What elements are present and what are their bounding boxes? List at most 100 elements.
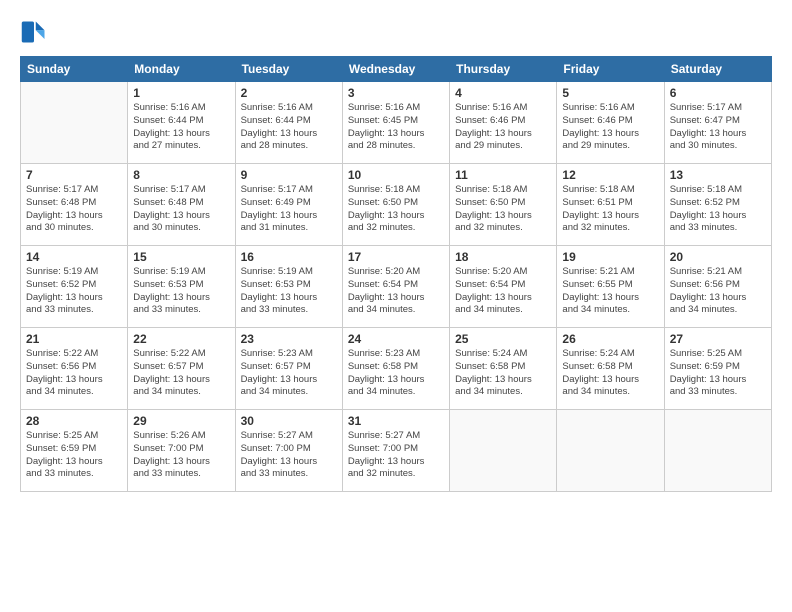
- calendar-cell: 2 Sunrise: 5:16 AMSunset: 6:44 PMDaylight…: [235, 82, 342, 164]
- day-number: 20: [670, 250, 766, 264]
- header: [20, 18, 772, 46]
- day-number: 3: [348, 86, 444, 100]
- calendar-cell: 9 Sunrise: 5:17 AMSunset: 6:49 PMDaylight…: [235, 164, 342, 246]
- calendar-cell: 20 Sunrise: 5:21 AMSunset: 6:56 PMDayligh…: [664, 246, 771, 328]
- day-number: 18: [455, 250, 551, 264]
- calendar-cell: 10 Sunrise: 5:18 AMSunset: 6:50 PMDayligh…: [342, 164, 449, 246]
- day-number: 21: [26, 332, 122, 346]
- calendar-cell: 25 Sunrise: 5:24 AMSunset: 6:58 PMDayligh…: [450, 328, 557, 410]
- calendar-cell: [557, 410, 664, 492]
- week-row-5: 28 Sunrise: 5:25 AMSunset: 6:59 PMDayligh…: [21, 410, 772, 492]
- calendar-cell: 31Sunrise: 5:27 AMSunset: 7:00 PMDayligh…: [342, 410, 449, 492]
- calendar-cell: 24 Sunrise: 5:23 AMSunset: 6:58 PMDayligh…: [342, 328, 449, 410]
- col-header-sunday: Sunday: [21, 57, 128, 82]
- day-info: Sunrise: 5:17 AMSunset: 6:48 PMDaylight:…: [133, 184, 229, 235]
- calendar-cell: [450, 410, 557, 492]
- day-info: Sunrise: 5:18 AMSunset: 6:52 PMDaylight:…: [670, 184, 766, 235]
- day-info: Sunrise: 5:17 AMSunset: 6:48 PMDaylight:…: [26, 184, 122, 235]
- day-info: Sunrise: 5:19 AMSunset: 6:52 PMDaylight:…: [26, 266, 122, 317]
- day-info: Sunrise: 5:16 AMSunset: 6:44 PMDaylight:…: [241, 102, 337, 153]
- calendar-cell: 28 Sunrise: 5:25 AMSunset: 6:59 PMDayligh…: [21, 410, 128, 492]
- day-info: Sunrise: 5:16 AMSunset: 6:46 PMDaylight:…: [562, 102, 658, 153]
- calendar-cell: 4 Sunrise: 5:16 AMSunset: 6:46 PMDaylight…: [450, 82, 557, 164]
- day-info: Sunrise: 5:16 AMSunset: 6:45 PMDaylight:…: [348, 102, 444, 153]
- day-info: Sunrise: 5:22 AMSunset: 6:57 PMDaylight:…: [133, 348, 229, 399]
- day-info: Sunrise: 5:19 AMSunset: 6:53 PMDaylight:…: [241, 266, 337, 317]
- day-number: 4: [455, 86, 551, 100]
- day-info: Sunrise: 5:17 AMSunset: 6:47 PMDaylight:…: [670, 102, 766, 153]
- calendar-cell: 1 Sunrise: 5:16 AMSunset: 6:44 PMDaylight…: [128, 82, 235, 164]
- day-info: Sunrise: 5:18 AMSunset: 6:51 PMDaylight:…: [562, 184, 658, 235]
- day-number: 6: [670, 86, 766, 100]
- calendar-cell: 14Sunrise: 5:19 AMSunset: 6:52 PMDayligh…: [21, 246, 128, 328]
- calendar-cell: 15 Sunrise: 5:19 AMSunset: 6:53 PMDayligh…: [128, 246, 235, 328]
- day-number: 12: [562, 168, 658, 182]
- week-row-4: 21 Sunrise: 5:22 AMSunset: 6:56 PMDayligh…: [21, 328, 772, 410]
- day-number: 26: [562, 332, 658, 346]
- day-number: 29: [133, 414, 229, 428]
- calendar-cell: 11 Sunrise: 5:18 AMSunset: 6:50 PMDayligh…: [450, 164, 557, 246]
- day-number: 28: [26, 414, 122, 428]
- day-info: Sunrise: 5:23 AMSunset: 6:57 PMDaylight:…: [241, 348, 337, 399]
- day-number: 30: [241, 414, 337, 428]
- day-info: Sunrise: 5:22 AMSunset: 6:56 PMDaylight:…: [26, 348, 122, 399]
- day-number: 13: [670, 168, 766, 182]
- calendar-cell: 30 Sunrise: 5:27 AMSunset: 7:00 PMDayligh…: [235, 410, 342, 492]
- calendar-table: SundayMondayTuesdayWednesdayThursdayFrid…: [20, 56, 772, 492]
- col-header-monday: Monday: [128, 57, 235, 82]
- day-info: Sunrise: 5:20 AMSunset: 6:54 PMDaylight:…: [455, 266, 551, 317]
- calendar-cell: 19Sunrise: 5:21 AMSunset: 6:55 PMDayligh…: [557, 246, 664, 328]
- week-row-2: 7 Sunrise: 5:17 AMSunset: 6:48 PMDaylight…: [21, 164, 772, 246]
- logo-icon: [20, 18, 48, 46]
- calendar-cell: 12 Sunrise: 5:18 AMSunset: 6:51 PMDayligh…: [557, 164, 664, 246]
- day-info: Sunrise: 5:16 AMSunset: 6:44 PMDaylight:…: [133, 102, 229, 153]
- calendar-header-row: SundayMondayTuesdayWednesdayThursdayFrid…: [21, 57, 772, 82]
- week-row-3: 14Sunrise: 5:19 AMSunset: 6:52 PMDayligh…: [21, 246, 772, 328]
- week-row-1: 1 Sunrise: 5:16 AMSunset: 6:44 PMDaylight…: [21, 82, 772, 164]
- day-number: 5: [562, 86, 658, 100]
- day-number: 1: [133, 86, 229, 100]
- day-number: 11: [455, 168, 551, 182]
- col-header-thursday: Thursday: [450, 57, 557, 82]
- day-number: 10: [348, 168, 444, 182]
- day-number: 16: [241, 250, 337, 264]
- calendar-cell: 26Sunrise: 5:24 AMSunset: 6:58 PMDayligh…: [557, 328, 664, 410]
- day-info: Sunrise: 5:26 AMSunset: 7:00 PMDaylight:…: [133, 430, 229, 481]
- calendar-cell: 21 Sunrise: 5:22 AMSunset: 6:56 PMDayligh…: [21, 328, 128, 410]
- day-number: 7: [26, 168, 122, 182]
- day-number: 9: [241, 168, 337, 182]
- day-info: Sunrise: 5:19 AMSunset: 6:53 PMDaylight:…: [133, 266, 229, 317]
- day-number: 2: [241, 86, 337, 100]
- day-info: Sunrise: 5:25 AMSunset: 6:59 PMDaylight:…: [26, 430, 122, 481]
- day-info: Sunrise: 5:21 AMSunset: 6:56 PMDaylight:…: [670, 266, 766, 317]
- page: SundayMondayTuesdayWednesdayThursdayFrid…: [0, 0, 792, 612]
- day-number: 17: [348, 250, 444, 264]
- calendar-cell: 29 Sunrise: 5:26 AMSunset: 7:00 PMDayligh…: [128, 410, 235, 492]
- day-info: Sunrise: 5:17 AMSunset: 6:49 PMDaylight:…: [241, 184, 337, 235]
- logo: [20, 18, 52, 46]
- day-info: Sunrise: 5:25 AMSunset: 6:59 PMDaylight:…: [670, 348, 766, 399]
- day-info: Sunrise: 5:18 AMSunset: 6:50 PMDaylight:…: [348, 184, 444, 235]
- calendar-cell: 5 Sunrise: 5:16 AMSunset: 6:46 PMDaylight…: [557, 82, 664, 164]
- calendar-cell: 16 Sunrise: 5:19 AMSunset: 6:53 PMDayligh…: [235, 246, 342, 328]
- col-header-saturday: Saturday: [664, 57, 771, 82]
- calendar-cell: 6 Sunrise: 5:17 AMSunset: 6:47 PMDaylight…: [664, 82, 771, 164]
- col-header-friday: Friday: [557, 57, 664, 82]
- day-number: 15: [133, 250, 229, 264]
- col-header-tuesday: Tuesday: [235, 57, 342, 82]
- day-info: Sunrise: 5:23 AMSunset: 6:58 PMDaylight:…: [348, 348, 444, 399]
- calendar-cell: 27Sunrise: 5:25 AMSunset: 6:59 PMDayligh…: [664, 328, 771, 410]
- day-info: Sunrise: 5:18 AMSunset: 6:50 PMDaylight:…: [455, 184, 551, 235]
- day-info: Sunrise: 5:27 AMSunset: 7:00 PMDaylight:…: [241, 430, 337, 481]
- day-info: Sunrise: 5:24 AMSunset: 6:58 PMDaylight:…: [455, 348, 551, 399]
- day-number: 24: [348, 332, 444, 346]
- day-number: 23: [241, 332, 337, 346]
- day-number: 25: [455, 332, 551, 346]
- calendar-cell: 23 Sunrise: 5:23 AMSunset: 6:57 PMDayligh…: [235, 328, 342, 410]
- calendar-cell: 17 Sunrise: 5:20 AMSunset: 6:54 PMDayligh…: [342, 246, 449, 328]
- calendar-cell: 3 Sunrise: 5:16 AMSunset: 6:45 PMDaylight…: [342, 82, 449, 164]
- calendar-cell: 18 Sunrise: 5:20 AMSunset: 6:54 PMDayligh…: [450, 246, 557, 328]
- day-info: Sunrise: 5:27 AMSunset: 7:00 PMDaylight:…: [348, 430, 444, 481]
- day-info: Sunrise: 5:16 AMSunset: 6:46 PMDaylight:…: [455, 102, 551, 153]
- day-info: Sunrise: 5:20 AMSunset: 6:54 PMDaylight:…: [348, 266, 444, 317]
